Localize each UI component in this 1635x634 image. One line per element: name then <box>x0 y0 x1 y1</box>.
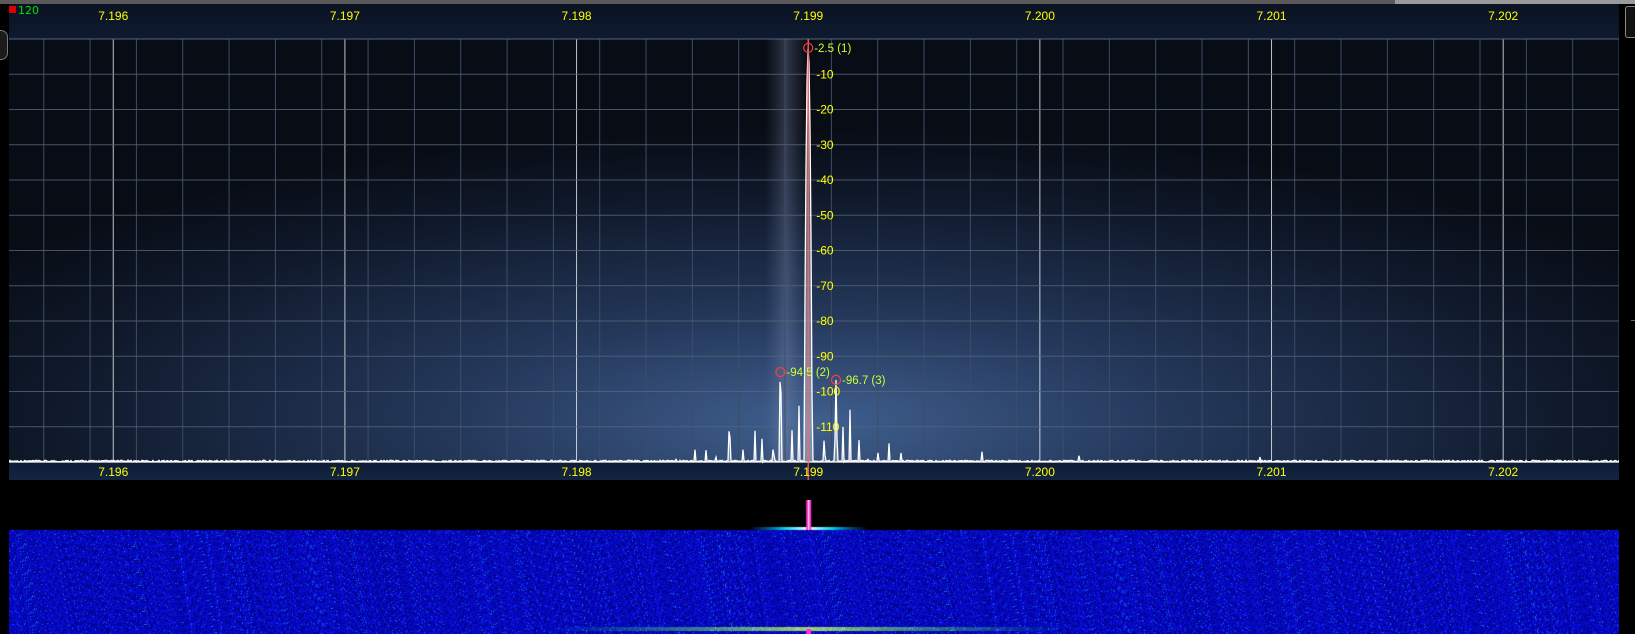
db-axis-label: -50 <box>816 208 834 222</box>
left-edge <box>0 4 9 634</box>
bottom-frequency-label: 7.198 <box>562 465 592 479</box>
bottom-frequency-label: 7.202 <box>1488 465 1518 479</box>
db-axis-label: -110 <box>816 420 839 434</box>
left-scroll-handle[interactable] <box>0 30 8 60</box>
top-frequency-label: 7.197 <box>330 9 360 23</box>
peak-marker-label: -94.5 (2) <box>786 367 830 379</box>
db-axis-label: -60 <box>816 244 834 258</box>
db-axis-label: -20 <box>816 103 834 117</box>
top-frequency-label: 7.200 <box>1025 9 1055 23</box>
bottom-frequency-label: 7.197 <box>330 465 360 479</box>
db-axis-label: -70 <box>816 279 834 293</box>
db-axis-label: -10 <box>816 67 834 81</box>
right-edge <box>1619 4 1635 634</box>
right-scroll-handle[interactable] <box>1625 6 1635 38</box>
record-indicator-icon <box>9 6 16 13</box>
waterfall-canvas[interactable] <box>9 500 1619 634</box>
top-frequency-label: 7.199 <box>793 9 823 23</box>
db-axis-label: -30 <box>816 138 834 152</box>
peak-marker-label: -2.5 (1) <box>814 43 851 55</box>
db-axis-label: -100 <box>816 385 840 399</box>
top-frequency-label: 7.198 <box>562 9 592 23</box>
bottom-frequency-label: 7.201 <box>1257 465 1287 479</box>
top-frequency-label: 7.196 <box>98 9 128 23</box>
spectrum-plot[interactable]: 7.196 7.197 7.198 7.199 7.200 7.201 7.202 7.19… <box>9 4 1619 480</box>
spectrum-display[interactable]: 7.196 7.197 7.198 7.199 7.200 7.201 7.202 7.19… <box>9 4 1619 480</box>
right-edge-tick <box>1631 320 1635 321</box>
peak-marker-label: -96.7 (3) <box>842 375 886 387</box>
db-axis-label: -80 <box>816 314 834 328</box>
top-frequency-label: 7.202 <box>1488 9 1518 23</box>
spectrum-background <box>9 4 1619 480</box>
bottom-frequency-label: 7.196 <box>98 465 128 479</box>
bottom-frequency-label: 7.199 <box>793 465 823 479</box>
top-frequency-label: 7.201 <box>1257 9 1287 23</box>
max-db-label: 120 <box>18 4 39 17</box>
waterfall-display[interactable] <box>9 500 1619 634</box>
db-axis-label: -40 <box>816 173 834 187</box>
db-axis-label: -90 <box>816 349 834 363</box>
bottom-frequency-label: 7.200 <box>1025 465 1055 479</box>
sdr-spectrum-window: 7.196 7.197 7.198 7.199 7.200 7.201 7.202 7.19… <box>0 0 1635 634</box>
